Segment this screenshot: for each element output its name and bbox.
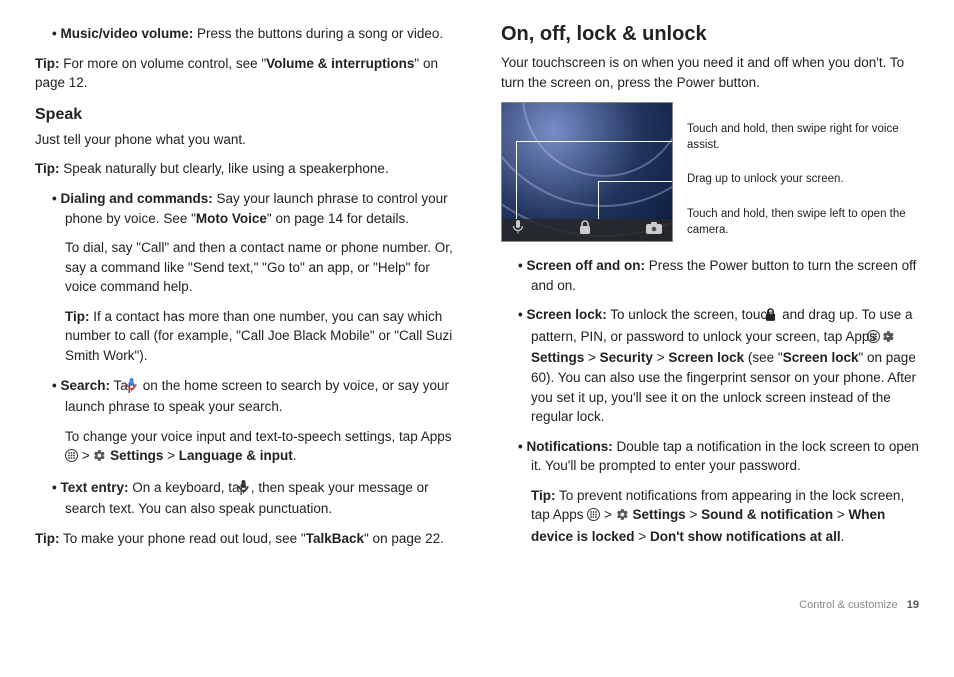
link-volume-interruptions[interactable]: Volume & interruptions	[266, 56, 414, 71]
apps-icon	[587, 507, 600, 527]
language-input-label: Language & input	[179, 448, 293, 463]
bullet-search: Search: Tap on the home screen to search…	[65, 376, 453, 417]
text: On a keyboard, tap	[129, 480, 251, 495]
tip-volume: Tip: For more on volume control, see "Vo…	[35, 54, 453, 93]
screen-lock-label: Screen lock	[668, 350, 744, 365]
lead: Text entry:	[60, 480, 128, 495]
bullet-dialing: Dialing and commands: Say your launch ph…	[65, 189, 453, 228]
right-column: On, off, lock & unlock Your touchscreen …	[501, 20, 919, 558]
page-footer: Control & customize 19	[35, 598, 919, 614]
lockscreen-figure: Touch and hold, then swipe right for voi…	[501, 102, 919, 242]
text: (see "	[744, 350, 783, 365]
voice-assist-icon	[512, 220, 524, 240]
lead: Dialing and commands:	[60, 191, 212, 206]
callout-line	[516, 141, 517, 219]
callout-line	[598, 181, 599, 219]
bullet-text-entry: Text entry: On a keyboard, tap , then sp…	[65, 478, 453, 519]
hint-voice-assist: Touch and hold, then swipe right for voi…	[687, 122, 919, 153]
speak-intro: Just tell your phone what you want.	[35, 130, 453, 150]
text: To change your voice input and text-to-s…	[65, 429, 452, 444]
lockscreen-bottombar	[502, 219, 672, 241]
bullet-notifications: Notifications: Double tap a notification…	[531, 437, 919, 476]
link-moto-voice[interactable]: Moto Voice	[196, 211, 267, 226]
tip-label: Tip:	[35, 56, 60, 71]
settings-label: Settings	[531, 350, 584, 365]
link-talkback[interactable]: TalkBack	[306, 531, 364, 546]
settings-gear-icon	[616, 507, 629, 527]
footer-section: Control & customize	[799, 599, 897, 611]
text: For more on volume control, see "	[60, 56, 267, 71]
text: " on page 22.	[364, 531, 444, 546]
notifications-tip: Tip: To prevent notifications from appea…	[531, 486, 919, 547]
lead: Screen off and on:	[526, 258, 645, 273]
sound-notification-label: Sound & notification	[701, 507, 833, 522]
apps-icon	[65, 448, 78, 468]
settings-label: Settings	[629, 507, 686, 522]
lockscreen-hints: Touch and hold, then swipe right for voi…	[687, 102, 919, 242]
text: Speak naturally but clearly, like using …	[60, 161, 389, 176]
hint-drag-unlock: Drag up to unlock your screen.	[687, 172, 919, 188]
heading-speak: Speak	[35, 103, 453, 126]
text: If a contact has more than one number, y…	[65, 309, 452, 363]
lead: Music/video volume:	[60, 26, 193, 41]
tip-label: Tip:	[65, 309, 90, 324]
left-column: Music/video volume: Press the buttons du…	[35, 20, 453, 558]
intro-on-off: Your touchscreen is on when you need it …	[501, 53, 919, 92]
heading-on-off-lock: On, off, lock & unlock	[501, 20, 919, 49]
search-settings-path: To change your voice input and text-to-s…	[65, 427, 453, 468]
lead: Screen lock:	[526, 307, 606, 322]
hint-camera-swipe: Touch and hold, then swipe left to open …	[687, 207, 919, 238]
lead: Notifications:	[526, 439, 612, 454]
dialing-paragraph: To dial, say "Call" and then a contact n…	[65, 238, 453, 297]
link-screen-lock[interactable]: Screen lock	[783, 350, 859, 365]
camera-icon	[646, 220, 662, 240]
dont-show-label: Don't show notifications at all	[650, 529, 841, 544]
tip-talkback: Tip: To make your phone read out loud, s…	[35, 529, 453, 549]
settings-gear-icon	[93, 448, 106, 468]
lock-icon	[579, 220, 591, 240]
text: Press the buttons during a song or video…	[193, 26, 443, 41]
settings-label: Settings	[106, 448, 163, 463]
lockscreen-preview	[501, 102, 673, 242]
tip-label: Tip:	[35, 531, 60, 546]
two-column-layout: Music/video volume: Press the buttons du…	[35, 20, 919, 558]
callout-line	[598, 181, 673, 182]
text: To unlock the screen, touch	[607, 307, 779, 322]
text: " on page 14 for details.	[267, 211, 409, 226]
tip-label: Tip:	[531, 488, 556, 503]
dialing-tip: Tip: If a contact has more than one numb…	[65, 307, 453, 366]
tip-label: Tip:	[35, 161, 60, 176]
security-label: Security	[600, 350, 653, 365]
tip-speak: Tip: Speak naturally but clearly, like u…	[35, 159, 453, 179]
text: To make your phone read out loud, see "	[60, 531, 306, 546]
callout-line	[516, 141, 673, 142]
bullet-screen-lock: Screen lock: To unlock the screen, touch…	[531, 305, 919, 426]
lead: Search:	[60, 378, 110, 393]
bullet-music-video: Music/video volume: Press the buttons du…	[65, 24, 453, 44]
footer-page-number: 19	[907, 599, 919, 611]
bullet-screen-off: Screen off and on: Press the Power butto…	[531, 256, 919, 295]
